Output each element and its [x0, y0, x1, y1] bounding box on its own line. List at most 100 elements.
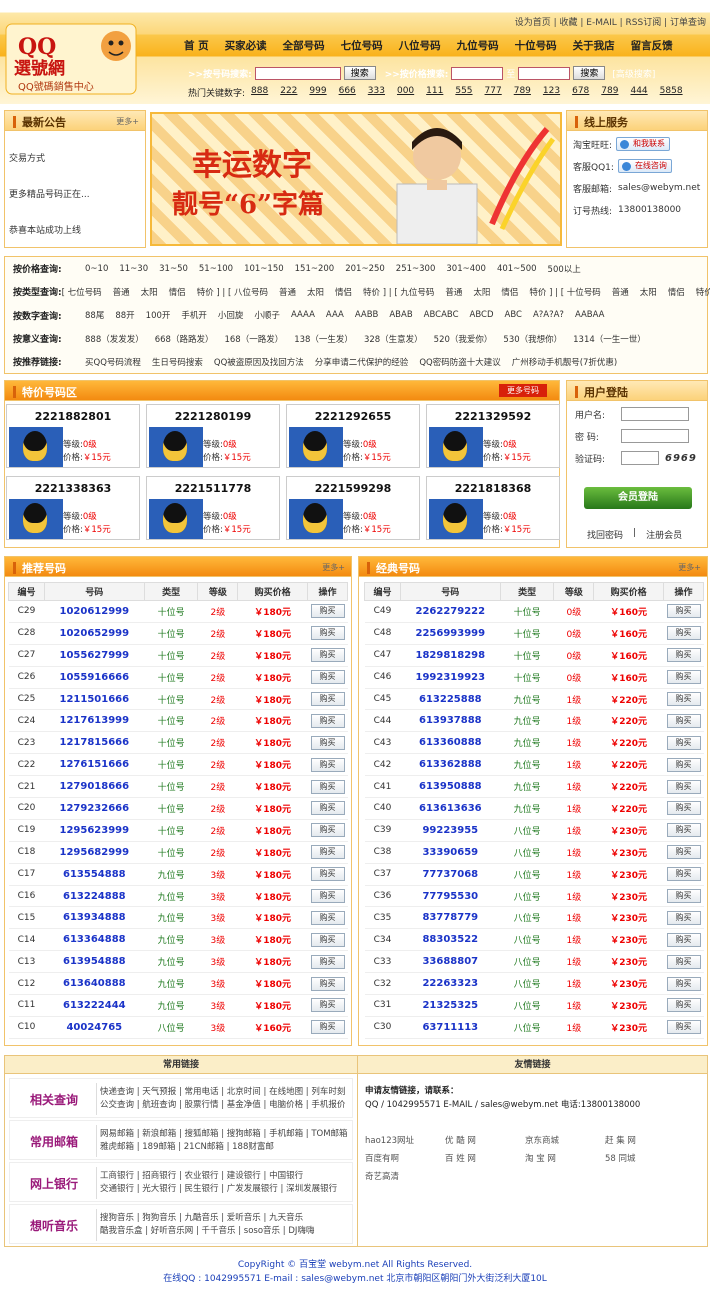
friend-link[interactable]: 奇艺高清	[365, 1170, 399, 1182]
hot-keyword[interactable]: 555	[455, 86, 472, 99]
quick-search-link[interactable]: 情侣	[501, 286, 518, 298]
hot-keyword[interactable]: 666	[339, 86, 356, 99]
quick-search-link[interactable]: 小顺子	[254, 309, 280, 321]
friend-link[interactable]: hao123网址	[365, 1134, 414, 1146]
notice-more-link[interactable]: 更多+	[116, 116, 139, 127]
quick-search-link[interactable]: ABCABC	[424, 310, 459, 320]
quick-search-link[interactable]: AAAA	[291, 310, 315, 320]
buy-button[interactable]: 购买	[310, 713, 345, 728]
row-number[interactable]: 613554888	[44, 863, 145, 886]
row-number[interactable]: 40024765	[44, 1016, 145, 1039]
row-number[interactable]: 1279232666	[44, 797, 145, 820]
link-line[interactable]: 工商银行 | 招商银行 | 农业银行 | 建设银行 | 中国银行	[100, 1170, 303, 1183]
quick-search-link[interactable]: ABCD	[470, 310, 494, 320]
buy-button[interactable]: 购买	[666, 757, 701, 772]
quick-search-link[interactable]: 情侣	[169, 286, 186, 298]
quick-search-link[interactable]: 328（生意发）	[364, 333, 423, 345]
quick-search-link[interactable]: 太阳	[473, 286, 490, 298]
buy-button[interactable]: 购买	[310, 757, 345, 772]
quick-search-link[interactable]: ABC	[505, 310, 522, 320]
special-number[interactable]: 2221280199	[147, 410, 279, 423]
buy-button[interactable]: 购买	[666, 889, 701, 904]
quick-search-link[interactable]: 1314（一生一世）	[573, 333, 646, 345]
row-number[interactable]: 613954888	[44, 950, 145, 974]
row-number[interactable]: 1217613999	[44, 709, 145, 733]
classic-more-link[interactable]: 更多+	[678, 562, 701, 573]
friend-link[interactable]: 淘 宝 网	[525, 1152, 556, 1164]
nav-buyer-guide[interactable]: 买家必读	[217, 36, 275, 56]
row-number[interactable]: 63711113	[400, 1016, 501, 1039]
hot-keyword[interactable]: 444	[630, 86, 647, 99]
quick-search-link[interactable]: 500以上	[548, 263, 581, 275]
price-min-input[interactable]	[451, 66, 504, 80]
buy-button[interactable]: 购买	[666, 823, 701, 838]
buy-button[interactable]: 购买	[666, 735, 701, 750]
buy-button[interactable]: 购买	[666, 932, 701, 947]
quick-search-link[interactable]: 情侣	[335, 286, 352, 298]
hot-keyword[interactable]: 678	[572, 86, 589, 99]
link-line[interactable]: 雅虎邮箱 | 189邮箱 | 21CN邮箱 | 188财富邮	[100, 1141, 274, 1154]
advanced-search-link[interactable]: [高级搜索]	[612, 67, 655, 80]
notice-item[interactable]: 更多精品号码正在...	[9, 177, 141, 213]
quick-search-link[interactable]: AABB	[355, 310, 379, 320]
row-number[interactable]: 613224888	[44, 885, 145, 908]
hot-keyword[interactable]: 000	[397, 86, 414, 99]
row-number[interactable]: 613937888	[400, 709, 501, 733]
buy-button[interactable]: 购买	[666, 626, 701, 641]
buy-button[interactable]: 购买	[310, 998, 345, 1013]
hot-keyword[interactable]: 888	[251, 86, 268, 99]
quick-search-link[interactable]: 手机开	[181, 309, 207, 321]
buy-button[interactable]: 购买	[310, 648, 345, 663]
nav-feedback[interactable]: 留言反馈	[623, 36, 681, 56]
quick-search-link[interactable]: 特价 ] | [ 十位号码	[529, 286, 600, 298]
row-number[interactable]: 613222444	[44, 994, 145, 1017]
special-number[interactable]: 2221882801	[7, 410, 139, 423]
quick-search-link[interactable]: AABAA	[575, 310, 605, 320]
buy-button[interactable]: 购买	[310, 910, 345, 925]
buy-button[interactable]: 购买	[666, 801, 701, 816]
link-line[interactable]: 酷我音乐盒 | 好听音乐网 | 千千音乐 | soso音乐 | DJ嗨嗨	[100, 1225, 314, 1238]
row-number[interactable]: 613934888	[44, 906, 145, 930]
quick-search-link[interactable]: 51~100	[199, 264, 233, 274]
quick-search-link[interactable]: 广州移动手机靓号(7折优惠)	[512, 356, 618, 368]
row-number[interactable]: 613360888	[400, 731, 501, 755]
buy-button[interactable]: 购买	[666, 845, 701, 860]
buy-button[interactable]: 购买	[310, 692, 345, 706]
row-number[interactable]: 2262279222	[400, 600, 501, 623]
nav-all-numbers[interactable]: 全部号码	[275, 36, 333, 56]
special-number-card[interactable]: 2221599298 等级:0级 价格:￥15元	[286, 476, 420, 540]
quick-search-link[interactable]: 普通	[612, 286, 629, 298]
buy-button[interactable]: 购买	[310, 779, 345, 794]
special-number[interactable]: 2221818368	[427, 482, 559, 495]
special-number[interactable]: 2221292655	[287, 410, 419, 423]
row-number[interactable]: 1295623999	[44, 819, 145, 842]
buy-button[interactable]: 购买	[310, 801, 345, 816]
row-number[interactable]: 613362888	[400, 753, 501, 777]
buy-button[interactable]: 购买	[310, 845, 345, 860]
wangwang-contact-button[interactable]: 和我联系	[616, 137, 671, 151]
recommend-more-link[interactable]: 更多+	[322, 562, 345, 573]
member-login-button[interactable]: 会员登陆	[584, 487, 692, 509]
quick-search-link[interactable]: 小回旋	[218, 309, 244, 321]
find-password-link[interactable]: 找回密码	[587, 528, 623, 541]
captcha-image[interactable]: 6969	[665, 453, 697, 464]
row-number[interactable]: 613364888	[44, 928, 145, 952]
nav-home[interactable]: 首 页	[176, 36, 217, 56]
row-number[interactable]: 613950888	[400, 775, 501, 799]
quick-search-link[interactable]: 138（一生发）	[294, 333, 353, 345]
buy-button[interactable]: 购买	[666, 910, 701, 925]
quick-search-link[interactable]: 生日号码搜索	[152, 356, 203, 368]
row-number[interactable]: 33688807	[400, 950, 501, 974]
buy-button[interactable]: 购买	[310, 1020, 345, 1035]
friend-link[interactable]: 百 姓 网	[445, 1152, 476, 1164]
quick-search-link[interactable]: 151~200	[295, 264, 335, 274]
link-line[interactable]: 交通银行 | 光大银行 | 民生银行 | 广发发展银行 | 深圳发展银行	[100, 1183, 337, 1196]
site-logo[interactable]: QQ 選號網 QQ號碼銷售中心	[4, 14, 138, 98]
nav-9-digit[interactable]: 九位号码	[449, 36, 507, 56]
row-number[interactable]: 1276151666	[44, 753, 145, 777]
buy-button[interactable]: 购买	[310, 976, 345, 991]
buy-button[interactable]: 购买	[310, 670, 345, 685]
notice-item[interactable]: 交易方式	[9, 141, 141, 177]
row-number[interactable]: 613613636	[400, 797, 501, 820]
row-number[interactable]: 77737068	[400, 863, 501, 886]
